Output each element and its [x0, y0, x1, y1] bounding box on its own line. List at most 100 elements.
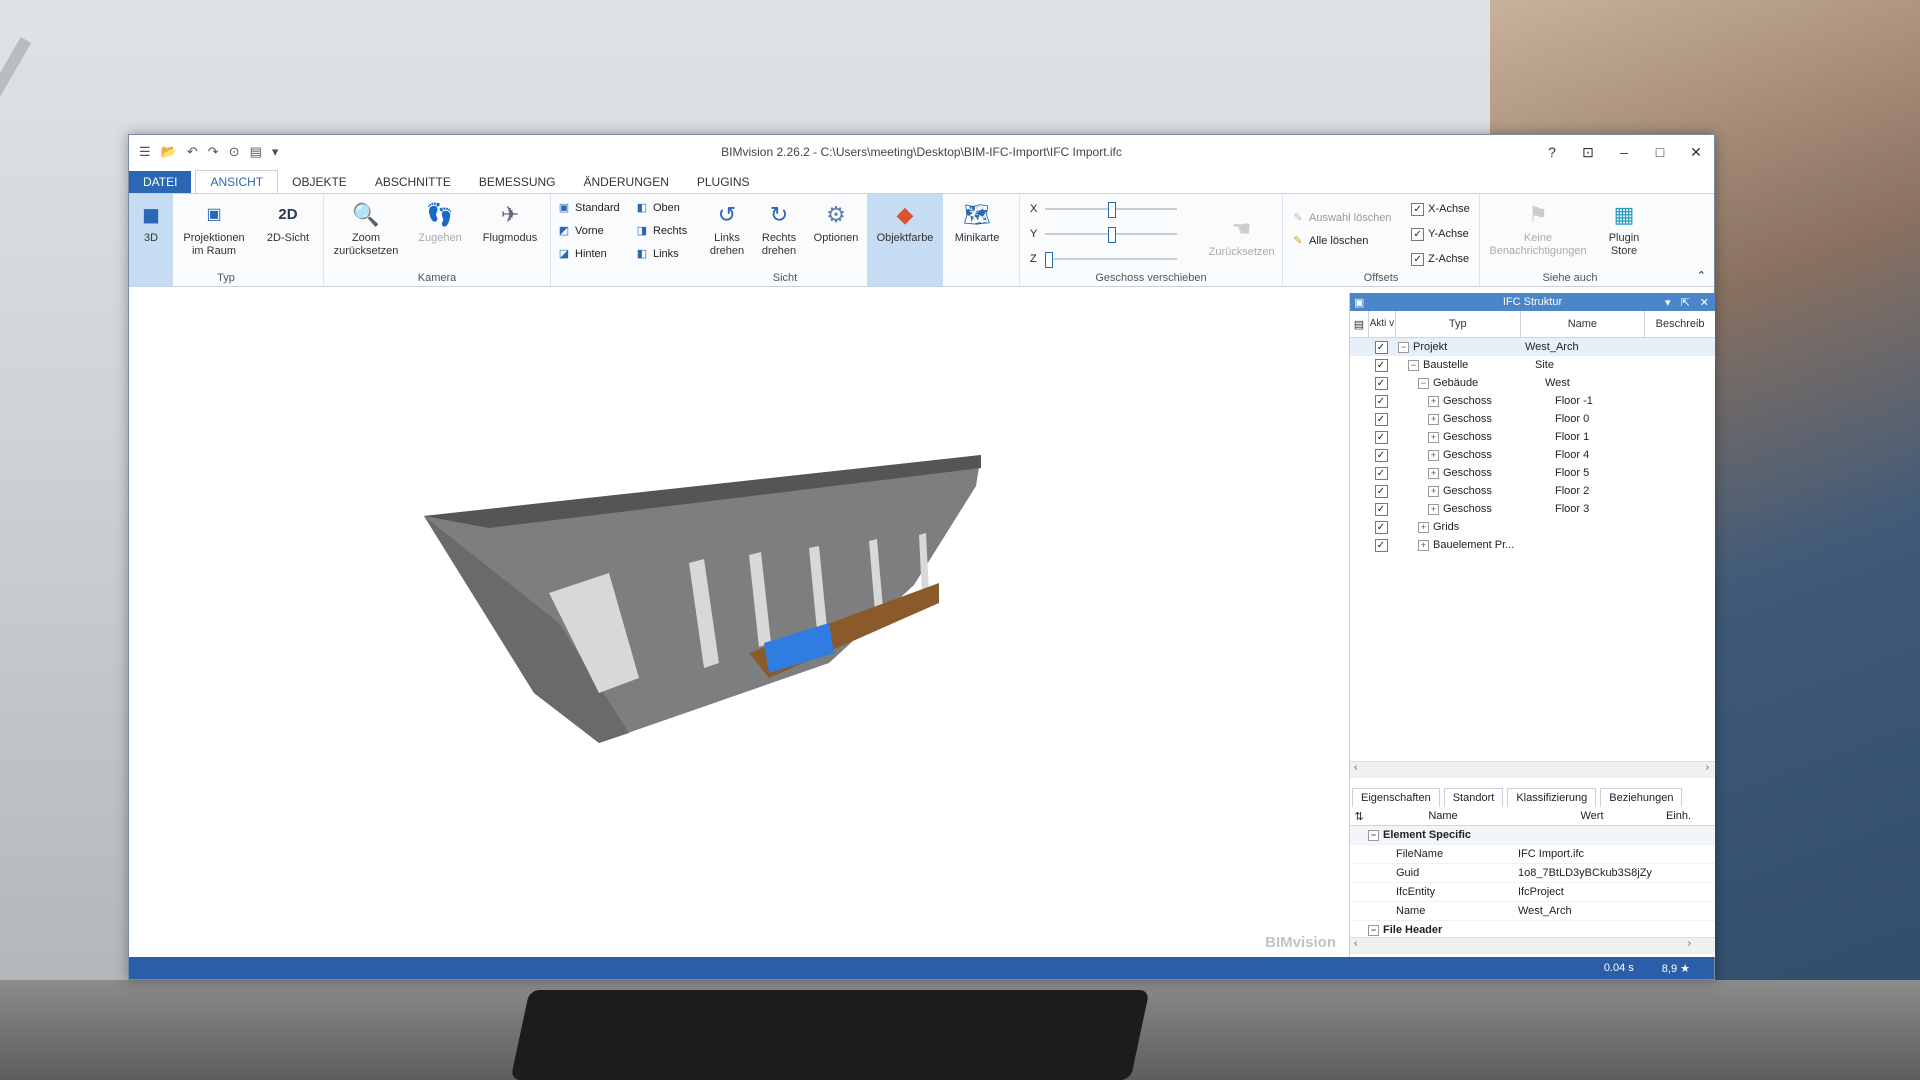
column-chooser-icon[interactable]: ▤ — [1350, 311, 1369, 337]
row-checkbox[interactable]: ✓ — [1374, 538, 1388, 552]
collapse-ribbon-icon[interactable]: ⌃ — [1697, 269, 1706, 282]
col-active[interactable]: Akti v — [1369, 311, 1396, 337]
col-prop-value[interactable]: Wert — [1518, 810, 1666, 822]
scroll-right-icon[interactable]: › — [1706, 762, 1709, 773]
print-icon[interactable]: ▤ — [250, 144, 262, 160]
collapse-icon[interactable]: − — [1398, 341, 1409, 353]
table-row[interactable]: ✓ − Baustelle Site — [1350, 356, 1715, 374]
tab-ansicht[interactable]: ANSICHT — [195, 170, 279, 193]
row-checkbox[interactable]: ✓ — [1374, 484, 1388, 498]
building-model[interactable] — [129, 293, 1348, 957]
row-checkbox[interactable]: ✓ — [1374, 502, 1388, 516]
view-standard-button[interactable]: ▣ Standard — [557, 198, 627, 218]
offset-y-slider[interactable]: Y — [1030, 223, 1197, 245]
refresh-icon[interactable]: ⊙ — [229, 144, 240, 160]
row-checkbox[interactable]: ✓ — [1374, 448, 1388, 462]
undo-icon[interactable]: ↶ — [187, 144, 198, 160]
table-row[interactable]: ✓ + Geschoss Floor 0 — [1350, 410, 1715, 428]
expand-icon[interactable]: + — [1418, 539, 1429, 551]
table-row[interactable]: ✓ + Geschoss Floor 4 — [1350, 446, 1715, 464]
view-right-button[interactable]: ◨ Rechts — [635, 221, 697, 241]
table-row[interactable]: ✓ + Grids — [1350, 518, 1715, 536]
3d-viewport[interactable]: BIMvision — [129, 293, 1348, 957]
redo-icon[interactable]: ↷ — [208, 144, 219, 160]
x-axis-checkbox[interactable]: ✓ X-Achse — [1411, 198, 1475, 220]
row-checkbox[interactable]: ✓ — [1374, 340, 1388, 354]
scroll-right-icon[interactable]: › — [1688, 938, 1691, 949]
tab-abschnitte[interactable]: ABSCHNITTE — [361, 171, 465, 193]
table-row[interactable]: ✓ − Projekt West_Arch — [1350, 338, 1715, 356]
clear-all-button[interactable]: ✎ Alle löschen — [1291, 231, 1403, 251]
property-row[interactable]: FileName IFC Import.ifc — [1350, 845, 1715, 864]
table-row[interactable]: ✓ + Geschoss Floor 3 — [1350, 500, 1715, 518]
app-menu-icon[interactable]: ☰ — [139, 144, 151, 160]
col-type[interactable]: Typ — [1396, 311, 1521, 337]
tab-aenderungen[interactable]: ÄNDERUNGEN — [570, 171, 683, 193]
property-row[interactable]: Name West_Arch — [1350, 902, 1715, 921]
expand-icon[interactable]: + — [1428, 503, 1439, 515]
collapse-icon[interactable]: − — [1368, 924, 1379, 936]
collapse-icon[interactable]: − — [1418, 377, 1429, 389]
tab-eigenschaften[interactable]: Eigenschaften — [1352, 788, 1440, 807]
collapse-icon[interactable]: − — [1408, 359, 1419, 371]
open-icon[interactable]: 📂 — [161, 144, 177, 160]
close-icon[interactable]: ✕ — [1678, 144, 1714, 161]
group-element-specific[interactable]: − Element Specific — [1350, 826, 1715, 845]
table-row[interactable]: ✓ − Gebäude West — [1350, 374, 1715, 392]
expand-icon[interactable]: + — [1418, 521, 1429, 533]
expand-icon[interactable]: + — [1428, 431, 1439, 443]
row-checkbox[interactable]: ✓ — [1374, 520, 1388, 534]
tab-bemessung[interactable]: BEMESSUNG — [465, 171, 570, 193]
row-checkbox[interactable]: ✓ — [1374, 430, 1388, 444]
offset-x-slider[interactable]: X — [1030, 198, 1197, 220]
scroll-left-icon[interactable]: ‹ — [1354, 938, 1357, 949]
row-checkbox[interactable]: ✓ — [1374, 376, 1388, 390]
tab-objekte[interactable]: OBJEKTE — [278, 171, 361, 193]
property-row[interactable]: Guid 1o8_7BtLD3yBCkub3S8jZy — [1350, 864, 1715, 883]
customize-qat-icon[interactable]: ▾ — [272, 144, 279, 160]
view-back-button[interactable]: ◪ Hinten — [557, 244, 627, 264]
table-row[interactable]: ✓ + Geschoss Floor 1 — [1350, 428, 1715, 446]
tab-beziehungen[interactable]: Beziehungen — [1600, 788, 1683, 807]
scroll-left-icon[interactable]: ‹ — [1354, 762, 1357, 773]
minimize-icon[interactable]: – — [1606, 144, 1642, 161]
table-row[interactable]: ✓ + Bauelement Pr... — [1350, 536, 1715, 554]
row-checkbox[interactable]: ✓ — [1374, 412, 1388, 426]
z-axis-checkbox[interactable]: ✓ Z-Achse — [1411, 248, 1475, 270]
col-name[interactable]: Name — [1521, 311, 1646, 337]
tree-horizontal-scrollbar[interactable]: ‹ › — [1350, 761, 1715, 778]
slider-x-knob[interactable] — [1108, 202, 1117, 218]
tab-plugins[interactable]: PLUGINS — [683, 171, 764, 193]
view-front-button[interactable]: ◩ Vorne — [557, 221, 627, 241]
row-checkbox[interactable]: ✓ — [1374, 466, 1388, 480]
tab-datei[interactable]: DATEI — [129, 171, 192, 193]
expand-icon[interactable]: + — [1428, 485, 1439, 497]
offset-z-slider[interactable]: Z — [1030, 248, 1197, 270]
y-axis-checkbox[interactable]: ✓ Y-Achse — [1411, 223, 1475, 245]
clear-selection-button[interactable]: ✎ Auswahl löschen — [1291, 208, 1403, 228]
slider-y-knob[interactable] — [1108, 227, 1117, 243]
slider-z-knob[interactable] — [1044, 252, 1053, 268]
table-row[interactable]: ✓ + Geschoss Floor 5 — [1350, 464, 1715, 482]
props-horizontal-scrollbar[interactable]: ‹ › — [1350, 937, 1715, 954]
table-row[interactable]: ✓ + Geschoss Floor -1 — [1350, 392, 1715, 410]
tab-standort[interactable]: Standort — [1443, 788, 1504, 807]
ribbon-display-icon[interactable]: ⊡ — [1570, 144, 1606, 161]
expand-icon[interactable]: + — [1428, 413, 1439, 425]
expand-icon[interactable]: + — [1428, 449, 1439, 461]
view-left-button[interactable]: ◧ Links — [635, 244, 697, 264]
table-row[interactable]: ✓ + Geschoss Floor 2 — [1350, 482, 1715, 500]
property-row[interactable]: IfcEntity IfcProject — [1350, 883, 1715, 902]
collapse-icon[interactable]: − — [1368, 829, 1379, 841]
expand-icon[interactable]: + — [1428, 467, 1439, 479]
tab-klassifizierung[interactable]: Klassifizierung — [1507, 788, 1597, 807]
sort-icon[interactable]: ⇅ — [1350, 810, 1368, 823]
col-prop-name[interactable]: Name — [1368, 810, 1518, 822]
help-button[interactable]: ? — [1534, 144, 1570, 161]
row-checkbox[interactable]: ✓ — [1374, 394, 1388, 408]
view-top-button[interactable]: ◧ Oben — [635, 198, 697, 218]
expand-icon[interactable]: + — [1428, 395, 1439, 407]
col-description[interactable]: Beschreib — [1645, 311, 1715, 337]
maximize-icon[interactable]: □ — [1642, 144, 1678, 161]
col-prop-unit[interactable]: Einh. — [1666, 810, 1706, 822]
